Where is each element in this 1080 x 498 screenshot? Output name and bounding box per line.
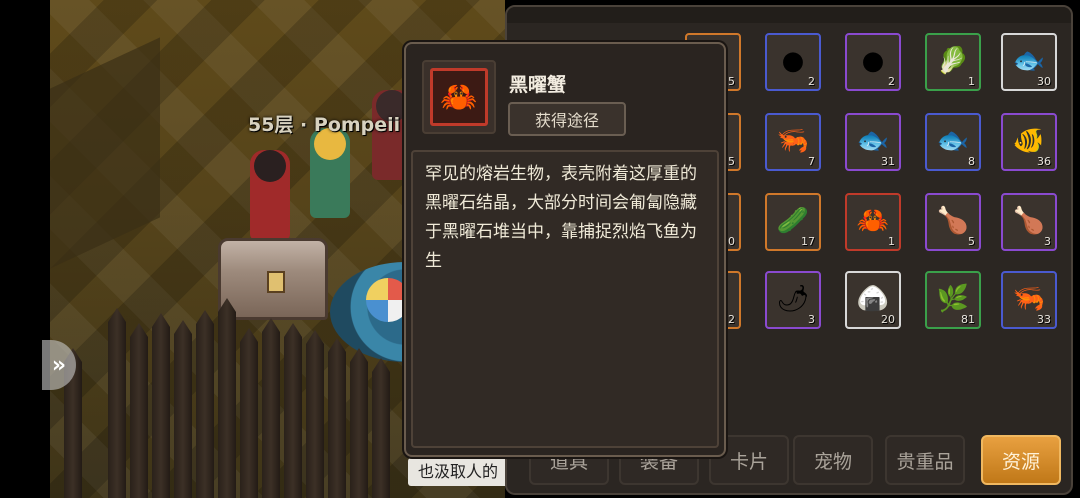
crab-icon: 🦀	[430, 68, 488, 126]
tab-3[interactable]: 宠物	[793, 435, 873, 485]
herb-icon: 🌿	[936, 283, 970, 314]
fence-post	[196, 310, 214, 498]
inventory-slot[interactable]: ● 2	[765, 33, 821, 91]
obtain-source-button[interactable]: 获得途径	[508, 102, 626, 136]
tuna-icon: 🐟	[936, 125, 970, 156]
cabbage-icon: 🥬	[936, 45, 970, 76]
inventory-slot[interactable]: ● 2	[845, 33, 901, 91]
slot-count: 81	[961, 313, 975, 326]
slot-count: 20	[881, 313, 895, 326]
fence-post	[306, 330, 324, 498]
inventory-slot[interactable]: 🦀 1	[845, 193, 901, 251]
item-description: 罕见的熔岩生物，表壳附着这厚重的黑曜石结晶，大部分时间会匍匐隐藏于黑曜石堆当中，…	[411, 150, 719, 448]
swordfish-icon: 🐟	[856, 125, 890, 156]
inventory-top-strip	[507, 7, 1071, 23]
slot-count: 3	[808, 313, 815, 326]
inventory-slot[interactable]: 🦐 7	[765, 113, 821, 171]
item-name: 黑曜蟹	[509, 74, 567, 96]
slot-count: 8	[968, 155, 975, 168]
inventory-slot[interactable]: 🐟 30	[1001, 33, 1057, 91]
slot-count: 2	[808, 75, 815, 88]
orb-icon: ●	[781, 45, 805, 76]
chili-icon: 🌶	[776, 283, 810, 314]
slot-count: 1	[888, 235, 895, 248]
fence-post	[152, 313, 170, 498]
left-black-bar	[0, 0, 50, 498]
sea-cucumber-icon: 🥒	[776, 205, 810, 236]
inventory-slot[interactable]: 🌶 3	[765, 271, 821, 329]
slot-count: 1	[968, 75, 975, 88]
inventory-slot[interactable]: 🥒 17	[765, 193, 821, 251]
slot-count: 30	[1037, 75, 1051, 88]
slot-count: 33	[1037, 313, 1051, 326]
scene-shadow	[50, 37, 160, 283]
character-blonde[interactable]	[310, 128, 350, 218]
fish-icon: 🐟	[1012, 45, 1046, 76]
fence-post	[328, 338, 346, 498]
anglerfish-icon: 🐠	[1012, 125, 1046, 156]
rice-ball-icon: 🍙	[856, 283, 890, 314]
slot-count: 17	[801, 235, 815, 248]
inventory-slot[interactable]: 🥬 1	[925, 33, 981, 91]
slot-count: 2	[888, 75, 895, 88]
drumstick-icon: 🍗	[936, 205, 970, 236]
tab-5[interactable]: 资源	[981, 435, 1061, 485]
fence-post	[174, 320, 192, 498]
orb-icon: ●	[861, 45, 885, 76]
item-description-text: 罕见的熔岩生物，表壳附着这厚重的黑曜石结晶，大部分时间会匍匐隐藏于黑曜石堆当中，…	[425, 164, 697, 271]
inventory-slot[interactable]: 🦐 33	[1001, 271, 1057, 329]
crab-icon: 🦀	[856, 205, 890, 236]
slot-count: 36	[1037, 155, 1051, 168]
fence-post	[108, 308, 126, 498]
slot-count: 2	[728, 313, 735, 326]
treasure-chest[interactable]	[218, 238, 328, 320]
inventory-slot[interactable]: 🍗 3	[1001, 193, 1057, 251]
inventory-slot[interactable]: 🐟 31	[845, 113, 901, 171]
slot-count: 7	[808, 155, 815, 168]
character-player[interactable]	[250, 150, 290, 240]
fence-post	[284, 323, 302, 498]
shrimp-icon: 🦐	[1012, 283, 1046, 314]
item-tooltip: 🦀 黑曜蟹 获得途径 罕见的熔岩生物，表壳附着这厚重的黑曜石结晶，大部分时间会匍…	[404, 42, 726, 457]
fence-post	[240, 328, 258, 498]
chat-message[interactable]: 也汲取人的	[408, 458, 509, 486]
slot-count: 3	[1044, 235, 1051, 248]
floor-label: 55层 · Pompeii	[248, 114, 401, 136]
inventory-slot[interactable]: 🐠 36	[1001, 113, 1057, 171]
inventory-slot[interactable]: 🌿 81	[925, 271, 981, 329]
fence-post	[130, 323, 148, 498]
fence-post	[372, 358, 390, 498]
seahorse-icon: 🦐	[776, 125, 810, 156]
slot-count: 5	[968, 235, 975, 248]
roast-chicken-icon: 🍗	[1012, 205, 1046, 236]
fence-post	[350, 348, 368, 498]
item-icon-frame: 🦀	[422, 60, 496, 134]
fence-post	[218, 298, 236, 498]
tab-4[interactable]: 贵重品	[885, 435, 965, 485]
inventory-slot[interactable]: 🐟 8	[925, 113, 981, 171]
inventory-slot[interactable]: 🍗 5	[925, 193, 981, 251]
slot-count: 31	[881, 155, 895, 168]
fence-post	[262, 318, 280, 498]
inventory-slot[interactable]: 🍙 20	[845, 271, 901, 329]
